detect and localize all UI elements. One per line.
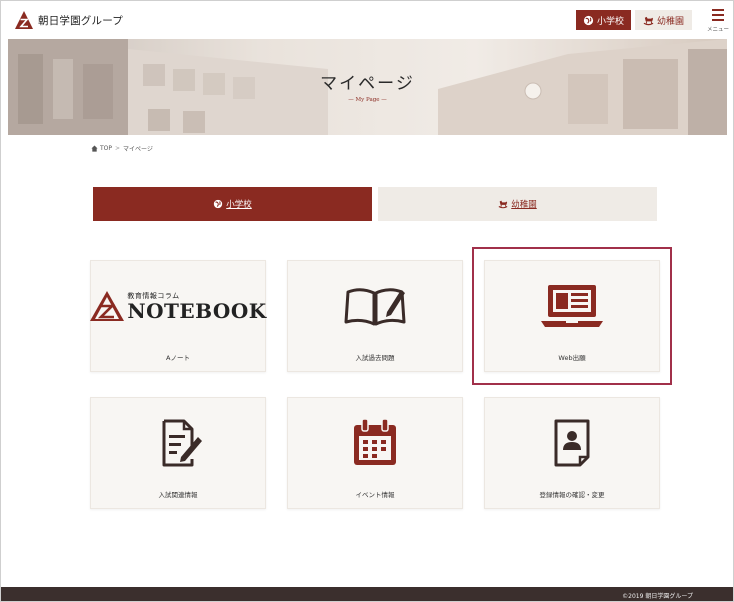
nav-kinder-button[interactable]: 幼稚園 — [635, 10, 692, 30]
breadcrumb-separator: > — [115, 145, 121, 152]
tab-school-label: 小学校 — [226, 200, 252, 210]
asahi-logo-icon — [15, 11, 33, 29]
card-exam-info-art — [91, 398, 265, 488]
tab-kinder[interactable]: 幼稚園 — [378, 187, 657, 221]
tab-kinder-label: 幼稚園 — [511, 200, 537, 210]
card-events-label: イベント情報 — [355, 491, 395, 499]
open-book-pen-icon — [344, 288, 406, 326]
hamburger-icon — [712, 9, 724, 24]
card-a-note[interactable]: 教育情報コラム NOTEBOOK Aノート — [90, 260, 266, 372]
nav-kinder-label: 幼稚園 — [656, 16, 684, 27]
breadcrumb: TOP > マイページ — [91, 144, 153, 153]
rocking-horse-icon — [498, 200, 508, 209]
page-title: マイページ — [320, 74, 415, 94]
breadcrumb-current: マイページ — [123, 146, 153, 153]
calendar-icon — [354, 418, 396, 465]
notebook-logo: 教育情報コラム NOTEBOOK — [89, 290, 266, 322]
card-registration-info[interactable]: 登録情報の確認・変更 — [484, 397, 660, 509]
globe-icon — [214, 199, 223, 209]
card-past-exams-label: 入試過去問題 — [355, 354, 395, 362]
card-a-note-art: 教育情報コラム NOTEBOOK — [89, 261, 266, 351]
site-header: 朝日学園グループ 小学校 幼稚園 メニュー — [1, 1, 733, 39]
hero-banner: マイページ — My Page — — [8, 39, 727, 135]
breadcrumb-home-link[interactable]: TOP — [100, 145, 112, 152]
asahi-logo-icon — [90, 291, 125, 321]
rocking-horse-icon — [643, 16, 654, 25]
nav-school-button[interactable]: 小学校 — [576, 10, 631, 30]
card-events[interactable]: イベント情報 — [287, 397, 463, 509]
selected-card-outline — [472, 247, 672, 385]
page-subtitle: — My Page — — [348, 97, 387, 103]
card-past-exams-art — [288, 261, 462, 351]
footer-copyright: ©2019 朝日学園グループ — [622, 593, 693, 600]
notebook-logo-big: NOTEBOOK — [127, 299, 267, 323]
profile-card-icon — [554, 419, 590, 467]
tab-school[interactable]: 小学校 — [93, 187, 372, 221]
document-pen-icon — [162, 419, 202, 467]
home-icon — [91, 145, 98, 152]
site-logo[interactable]: 朝日学園グループ — [14, 10, 123, 30]
card-registration-info-art — [485, 398, 659, 488]
card-past-exams[interactable]: 入試過去問題 — [287, 260, 463, 372]
card-a-note-label: Aノート — [166, 354, 190, 362]
menu-button[interactable]: メニュー — [705, 7, 731, 35]
site-footer: ©2019 朝日学園グループ — [1, 587, 733, 601]
globe-icon — [583, 15, 594, 25]
card-exam-info-label: 入試関連情報 — [158, 491, 198, 499]
card-events-art — [288, 398, 462, 488]
nav-school-label: 小学校 — [596, 16, 624, 27]
menu-label: メニュー — [706, 27, 729, 33]
page-frame: 朝日学園グループ 小学校 幼稚園 メニュー マイページ — My Page — … — [0, 0, 734, 602]
card-registration-info-label: 登録情報の確認・変更 — [539, 491, 605, 499]
card-exam-info[interactable]: 入試関連情報 — [90, 397, 266, 509]
site-logo-text: 朝日学園グループ — [38, 14, 123, 27]
